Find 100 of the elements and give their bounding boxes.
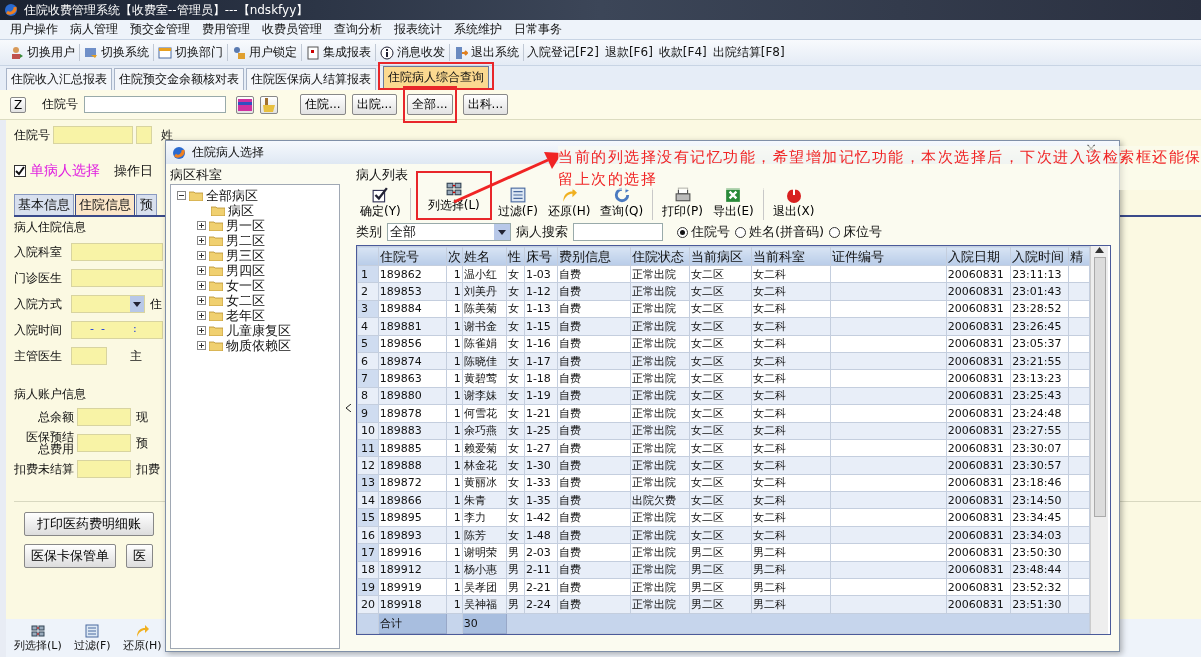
toolbar-button[interactable]: 切换用户 xyxy=(6,44,80,61)
plus-box-icon[interactable] xyxy=(197,236,206,245)
plus-box-icon[interactable] xyxy=(197,251,206,260)
field-label: 入院方式 xyxy=(14,295,63,313)
plus-box-icon[interactable] xyxy=(197,311,206,320)
broom-button[interactable] xyxy=(260,95,279,114)
column-header[interactable]: 证件编号 xyxy=(830,246,947,266)
menu-item[interactable]: 系统维护 xyxy=(448,21,508,38)
toolbar-button[interactable]: 收款[F4] xyxy=(655,44,710,61)
window-title: 住院收费管理系统【收费室--管理员】---【ndskfyy】 xyxy=(24,1,309,19)
tab[interactable]: 基本信息 xyxy=(14,194,74,215)
plus-box-icon[interactable] xyxy=(197,281,206,290)
plus-box-icon[interactable] xyxy=(197,266,206,275)
column-header[interactable]: 入院日期 xyxy=(946,246,1011,266)
toolbar-button[interactable]: 过滤(F) xyxy=(73,624,111,653)
input-field[interactable] xyxy=(53,126,133,144)
toolbar-button[interactable]: 退款[F6] xyxy=(601,44,656,61)
table-cell: 女二区 xyxy=(689,474,752,492)
toolbar-button[interactable]: 导出(E) xyxy=(708,187,758,220)
toolbar-button[interactable]: 确定(Y) xyxy=(356,187,405,220)
toolbar-button[interactable]: 还原(H) xyxy=(544,187,595,220)
menu-item[interactable]: 日常事务 xyxy=(508,21,568,38)
radio-option[interactable]: 姓名(拼音码) xyxy=(735,223,825,241)
table-cell: 女 xyxy=(506,265,525,283)
toolbar-button[interactable]: 集成报表 xyxy=(302,44,376,61)
input-field[interactable] xyxy=(84,96,227,113)
checkbox[interactable] xyxy=(14,165,26,177)
field-label: 主 xyxy=(130,347,142,365)
toolbar-button[interactable]: 出院结算[F8] xyxy=(709,44,788,61)
dropdown[interactable]: 全部 xyxy=(387,223,511,241)
input-field[interactable] xyxy=(77,434,131,452)
table-cell: 何雪花 xyxy=(462,404,507,422)
folder-icon xyxy=(209,220,223,231)
print-button[interactable]: 打印医药费明细账 xyxy=(24,512,154,536)
menu-item[interactable]: 预交金管理 xyxy=(124,21,196,38)
toolbar-button[interactable]: 切换部门 xyxy=(154,44,228,61)
input-field[interactable] xyxy=(71,269,163,287)
toolbar-button[interactable]: 过滤(F) xyxy=(493,187,543,220)
input-field[interactable] xyxy=(136,126,152,144)
toolbar-button[interactable]: 消息收发 xyxy=(376,44,450,61)
query-button[interactable]: 出院... xyxy=(351,94,398,115)
table-cell: 1-03 xyxy=(524,265,558,283)
menu-item[interactable]: 病人管理 xyxy=(64,21,124,38)
toolbar-button[interactable]: 切换系统 xyxy=(80,44,154,61)
input-field[interactable] xyxy=(77,408,131,426)
input-field[interactable] xyxy=(71,347,107,365)
card-reader-button[interactable] xyxy=(236,95,255,114)
tab[interactable]: 住院收入汇总报表 xyxy=(6,68,112,90)
column-header[interactable]: 姓名 xyxy=(462,246,507,266)
column-header[interactable]: 住院状态 xyxy=(630,246,690,266)
column-header[interactable]: 当前科室 xyxy=(751,246,831,266)
menu-item[interactable]: 报表统计 xyxy=(388,21,448,38)
table-cell: 吴孝团 xyxy=(462,578,507,596)
minus-box-icon[interactable] xyxy=(177,191,186,200)
column-header[interactable]: 入院时间 xyxy=(1010,246,1069,266)
toolbar-button[interactable]: 入院登记[F2] xyxy=(524,44,602,61)
table-cell: 李力 xyxy=(462,508,507,527)
toolbar-button[interactable]: 退出系统 xyxy=(450,44,524,61)
plus-box-icon[interactable] xyxy=(197,341,206,350)
menu-item[interactable]: 用户操作 xyxy=(4,21,64,38)
toolbar-button[interactable]: 打印(P) xyxy=(658,187,707,220)
radio-option[interactable]: 床位号 xyxy=(829,223,883,241)
menu-item[interactable]: 查询分析 xyxy=(328,21,388,38)
column-header[interactable]: 当前病区 xyxy=(689,246,752,266)
folder-icon xyxy=(209,325,223,336)
card-button[interactable]: 医保卡保管单 xyxy=(24,544,116,568)
column-header[interactable]: 精 xyxy=(1068,246,1090,266)
tab[interactable]: 住院医保病人结算报表 xyxy=(246,68,376,90)
toolbar-button[interactable]: 查询(Q) xyxy=(596,187,648,220)
column-header[interactable]: 住院号 xyxy=(378,246,447,266)
toolbar-button[interactable]: 还原(H) xyxy=(122,624,162,653)
column-header[interactable]: 费别信息 xyxy=(557,246,631,266)
date-field[interactable]: - - : xyxy=(71,321,163,339)
input-field[interactable] xyxy=(71,243,163,261)
radio-option[interactable]: 住院号 xyxy=(677,223,730,241)
button[interactable]: 医 xyxy=(126,544,153,568)
tab[interactable]: 预 xyxy=(136,194,157,215)
tab[interactable]: 住院预交金余额核对表 xyxy=(114,68,244,90)
column-header[interactable]: 床号 xyxy=(524,246,558,266)
search-field[interactable] xyxy=(573,223,663,241)
z-button[interactable]: Z xyxy=(10,96,27,113)
menu-item[interactable]: 费用管理 xyxy=(196,21,256,38)
brush-icon xyxy=(263,97,276,112)
plus-box-icon[interactable] xyxy=(197,326,206,335)
query-button[interactable]: 住院... xyxy=(300,94,346,115)
toolbar-button[interactable]: 退出(X) xyxy=(768,187,819,220)
toolbar-button[interactable]: 用户锁定 xyxy=(228,44,302,61)
table-cell: 温小红 xyxy=(462,265,507,283)
toolbar-button[interactable]: 列选择(L) xyxy=(14,624,62,653)
plus-box-icon[interactable] xyxy=(197,296,206,305)
table-cell: 女 xyxy=(506,474,525,492)
tab[interactable]: 住院病人综合查询 xyxy=(383,66,489,88)
plus-box-icon[interactable] xyxy=(197,221,206,230)
menu-item[interactable]: 收费员管理 xyxy=(256,21,328,38)
scrollbar-thumb[interactable] xyxy=(1093,257,1106,517)
tab[interactable]: 住院信息 xyxy=(75,194,135,215)
scroll-up-icon[interactable] xyxy=(1095,246,1104,253)
query-button[interactable]: 全部... xyxy=(407,94,453,115)
query-button[interactable]: 出科... xyxy=(462,94,509,115)
input-field[interactable] xyxy=(77,460,131,478)
